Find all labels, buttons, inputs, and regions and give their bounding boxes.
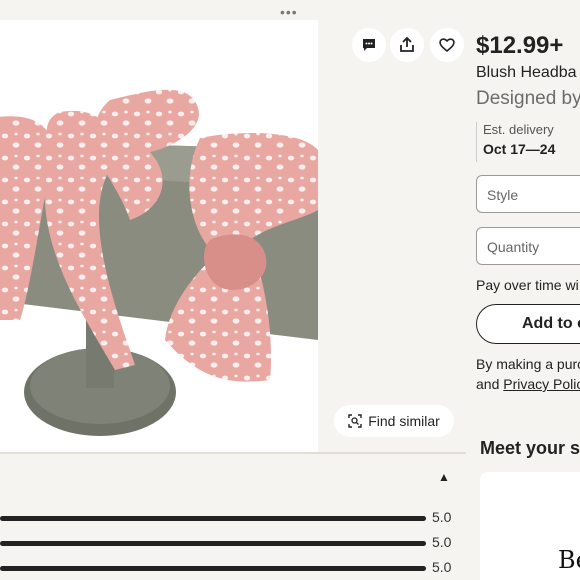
legal-and: and — [476, 376, 504, 392]
legal-notice: By making a purc and Privacy Polic — [476, 354, 580, 394]
product-title: Blush Headba — [476, 64, 577, 81]
rating-value: 5.0 — [432, 559, 452, 575]
quantity-select[interactable]: Quantity — [476, 227, 580, 265]
review-ratings-section: ▲ 5.0 5.0 5.0 — [0, 452, 466, 580]
headband-stand-illustration — [0, 89, 318, 436]
share-icon — [400, 36, 414, 52]
seller-logo: Be — [558, 546, 580, 574]
heart-icon — [439, 38, 455, 53]
find-similar-label: Find similar — [368, 413, 440, 429]
share-button[interactable] — [390, 28, 424, 62]
rating-value: 5.0 — [432, 509, 452, 525]
rating-bar — [0, 566, 426, 571]
message-icon — [363, 39, 375, 51]
add-to-cart-button[interactable]: Add to c — [476, 304, 580, 344]
rating-bar — [0, 541, 426, 546]
product-price: $12.99+ — [476, 32, 564, 59]
estimated-delivery: Est. delivery Oct 17—24 — [476, 122, 555, 162]
delivery-label: Est. delivery — [483, 122, 554, 137]
rating-fill — [0, 516, 426, 521]
message-seller-button[interactable] — [352, 28, 386, 62]
product-image[interactable] — [0, 20, 318, 452]
rating-row: 5.0 — [0, 558, 466, 578]
rating-fill — [0, 566, 426, 571]
legal-line: By making a purc — [476, 356, 580, 372]
find-similar-button[interactable]: Find similar — [334, 405, 454, 437]
style-select[interactable]: Style — [476, 175, 580, 213]
pay-over-time-text: Pay over time wi — [476, 277, 579, 293]
rating-row: 5.0 — [0, 533, 466, 553]
seller-card[interactable]: Be — [480, 472, 580, 580]
designed-by-label: Designed by — [476, 88, 580, 109]
rating-row: 5.0 — [0, 508, 466, 528]
collapse-chevron-up-icon[interactable]: ▲ — [438, 470, 450, 484]
delivery-date: Oct 17—24 — [483, 141, 556, 157]
rating-value: 5.0 — [432, 534, 452, 550]
rating-bar — [0, 516, 426, 521]
visual-search-icon — [348, 414, 362, 428]
more-options-handle[interactable]: ••• — [280, 4, 298, 20]
meet-seller-heading: Meet your se — [480, 438, 580, 458]
rating-fill — [0, 541, 426, 546]
privacy-policy-link[interactable]: Privacy Polic — [503, 376, 580, 392]
favorite-button[interactable] — [430, 28, 464, 62]
